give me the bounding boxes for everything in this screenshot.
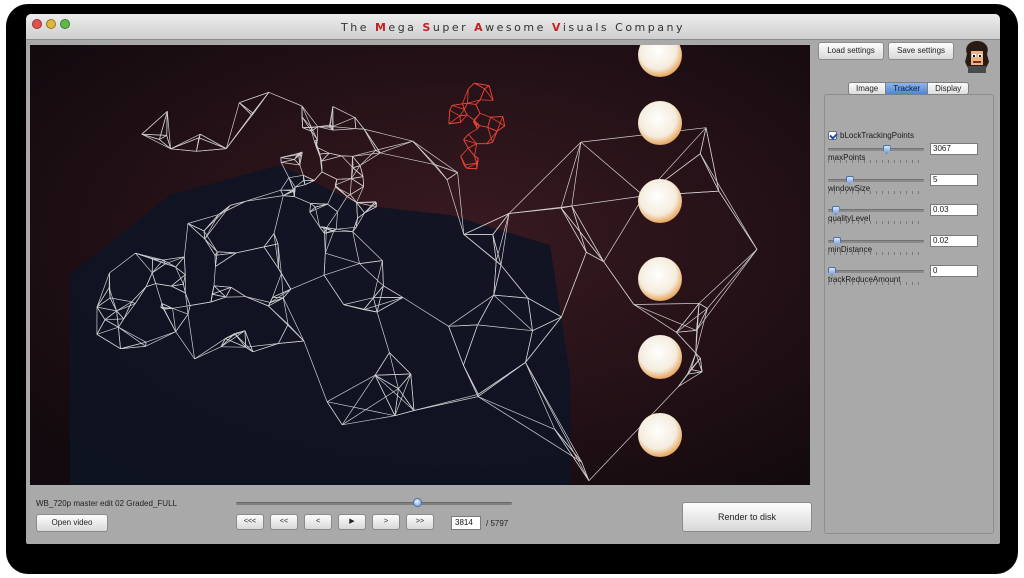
title-part: wesome [485, 21, 552, 34]
mascot-avatar-icon [965, 41, 989, 73]
video-preview[interactable] [30, 45, 810, 485]
title-part: The [341, 21, 375, 34]
light-bulb [638, 101, 682, 145]
tab-display[interactable]: Display [927, 82, 970, 95]
param-slider-track[interactable] [828, 178, 924, 182]
light-bulb [638, 413, 682, 457]
light-bulb [638, 257, 682, 301]
title-part: M [374, 21, 389, 34]
param-value-field[interactable]: 5 [930, 173, 978, 186]
current-frame-field[interactable]: 3814 [451, 516, 481, 530]
param-label: windowSize [828, 183, 871, 193]
seek-slider-track[interactable] [236, 502, 512, 505]
light-bulb [638, 335, 682, 379]
title-part: A [474, 21, 486, 34]
param-value-field[interactable]: 0.02 [930, 234, 978, 247]
param-label: trackReduceAmount [828, 275, 901, 284]
title-part: uper [432, 21, 475, 34]
title-bar[interactable]: The Mega Super Awesome Visuals Company [26, 14, 1000, 40]
tab-image[interactable]: Image [848, 82, 887, 95]
step-forward-button[interactable]: > [372, 514, 400, 530]
block-tracking-points-label: bLockTrackingPoints [840, 131, 914, 140]
total-frames-label: / 5797 [486, 519, 509, 528]
rewind-button[interactable]: << [270, 514, 298, 530]
param-value-field[interactable]: 3067 [930, 143, 978, 155]
window-title: The Mega Super Awesome Visuals Company [26, 21, 1000, 34]
title-part: ega [388, 21, 423, 34]
title-part: isuals Company [562, 21, 685, 34]
param-label: minDistance [828, 244, 873, 254]
step-back-button[interactable]: < [304, 514, 332, 530]
title-part: V [551, 21, 563, 34]
param-value-field[interactable]: 0.03 [930, 204, 978, 216]
fast-forward-button[interactable]: >> [406, 514, 434, 530]
load-settings-button[interactable]: Load settings [818, 42, 884, 60]
tracking-mesh-overlay [30, 45, 810, 485]
light-bulb [638, 179, 682, 223]
render-to-disk-button[interactable]: Render to disk [682, 502, 812, 532]
save-settings-button[interactable]: Save settings [888, 42, 954, 60]
app-window: The Mega Super Awesome Visuals Company W… [26, 14, 1000, 544]
param-label: maxPoints [828, 153, 866, 162]
red-mesh-edge [480, 99, 494, 101]
tab-tracker[interactable]: Tracker [885, 82, 929, 95]
block-tracking-points-checkbox[interactable] [828, 131, 837, 140]
title-part: S [422, 21, 433, 34]
seek-slider-knob[interactable] [413, 498, 423, 507]
settings-tabs: Image Tracker Display [848, 82, 970, 95]
settings-sidebar: Load settings Save settings Image Tracker… [816, 40, 1000, 544]
video-filename: WB_720p master edit 02 Graded_FULL [36, 499, 177, 508]
param-slider-track[interactable] [828, 239, 924, 243]
open-video-button[interactable]: Open video [36, 514, 108, 532]
param-slider-track[interactable] [828, 148, 924, 151]
param-value-field[interactable]: 0 [930, 265, 978, 277]
param-slider-track[interactable] [828, 209, 924, 212]
play-button[interactable]: ▶ [338, 514, 366, 530]
param-label: qualityLevel [828, 214, 871, 223]
param-slider-track[interactable] [828, 270, 924, 273]
first-frame-button[interactable]: <<< [236, 514, 264, 530]
